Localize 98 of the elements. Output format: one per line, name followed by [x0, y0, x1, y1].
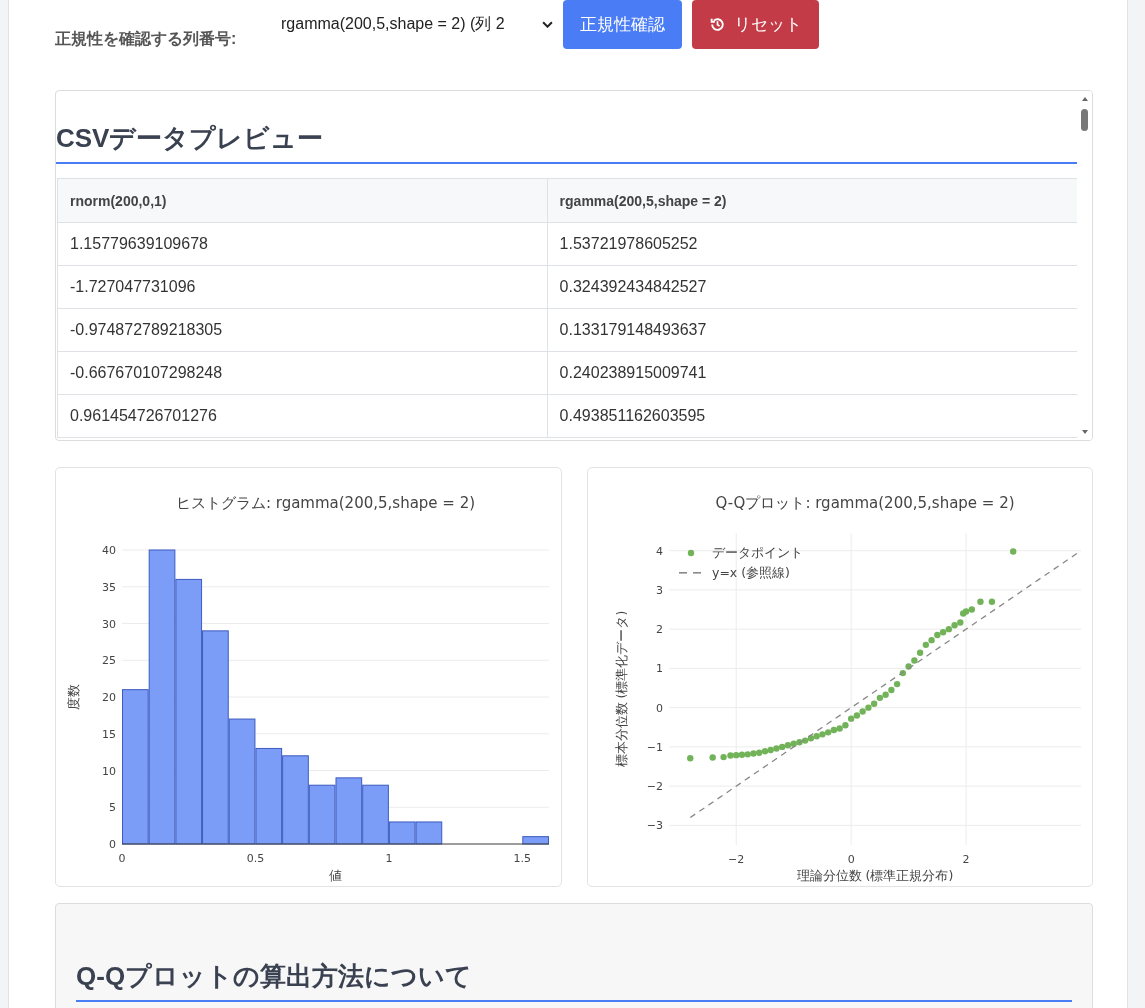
axis-tick-label: 1	[385, 852, 393, 865]
point	[910, 657, 918, 664]
point	[1009, 548, 1016, 555]
point	[916, 649, 923, 656]
point	[726, 752, 734, 759]
point	[864, 704, 872, 711]
point	[858, 708, 866, 715]
point	[686, 755, 693, 762]
point	[818, 731, 826, 738]
point	[968, 606, 975, 613]
axis-tick-label: 2	[962, 853, 970, 866]
legend-line-icon	[678, 572, 701, 574]
section-heading: Q-Qプロットの算出方法について	[76, 959, 1072, 1002]
point	[950, 622, 958, 629]
point	[738, 751, 745, 758]
column-header: rnorm(200,0,1)	[57, 178, 548, 223]
axis-tick-label: 30	[102, 617, 116, 631]
column-select[interactable]: rgamma(200,5,shape = 2) (列 2	[269, 0, 561, 49]
point	[956, 619, 964, 626]
point	[719, 753, 727, 761]
legend-marker-icon	[687, 549, 694, 557]
column-header: rgamma(200,5,shape = 2)	[547, 178, 1078, 223]
axis-tick-label: 0	[109, 838, 116, 851]
legend-label: y=x (参照線)	[711, 565, 790, 580]
axis-label: 理論分位数 (標準正規分布)	[796, 868, 953, 883]
point	[708, 754, 716, 761]
point	[784, 742, 791, 749]
legend-label: データポイント	[711, 545, 803, 560]
chart-title: ヒストグラム: rgamma(200,5,shape = 2)	[175, 494, 476, 512]
history-icon	[709, 16, 726, 33]
scrollbar[interactable]	[1077, 91, 1092, 440]
axis-tick-label: −1	[646, 740, 663, 754]
table-cell: -0.974872789218305	[57, 308, 548, 352]
scroll-up-arrow-icon[interactable]	[1080, 96, 1089, 102]
point	[853, 712, 860, 719]
point	[887, 686, 895, 694]
axis-label: 度数	[66, 684, 81, 710]
axis-tick-label: 4	[655, 544, 663, 558]
histogram-bar	[522, 836, 549, 845]
point	[744, 751, 751, 758]
point	[732, 751, 739, 759]
axis-tick-label: 25	[102, 654, 116, 668]
point	[767, 746, 774, 754]
point	[755, 749, 762, 756]
axis-tick-label: −2	[727, 853, 744, 866]
point	[922, 641, 929, 649]
axis-tick-label: 20	[102, 691, 116, 704]
axis-tick-label: 1	[655, 662, 663, 676]
axis-tick-label: 40	[102, 544, 116, 557]
axis-tick-label: 0	[118, 852, 126, 865]
axis-tick-label: 10	[102, 764, 116, 778]
point	[945, 625, 952, 633]
table-cell: -1.727047731096	[57, 265, 548, 309]
axis-tick-label: 15	[102, 727, 116, 741]
axis-tick-label: 0.5	[246, 852, 265, 865]
axis-tick-label: 0	[655, 701, 663, 715]
chevron-down-icon	[542, 21, 553, 28]
scroll-down-arrow-icon[interactable]	[1080, 429, 1089, 435]
column-label: 正規性を確認する列番号:	[55, 29, 238, 49]
axis-tick-label: 1.5	[513, 852, 532, 865]
table-cell: 0.961454726701276	[57, 394, 548, 438]
point	[812, 733, 820, 740]
point	[933, 631, 941, 639]
axis-tick-label: 0	[847, 853, 855, 866]
axis-tick-label: 5	[109, 801, 116, 815]
point	[893, 680, 900, 688]
point	[835, 725, 843, 732]
point	[876, 694, 883, 702]
histogram-bar	[415, 821, 443, 845]
axis-tick-label: −2	[646, 780, 663, 794]
point	[881, 691, 889, 698]
chart-title: Q-Qプロット: rgamma(200,5,shape = 2)	[714, 494, 1015, 512]
point	[749, 750, 757, 757]
point	[830, 726, 837, 734]
table-cell: 1.15779639109678	[57, 222, 548, 266]
scrollbar-thumb[interactable]	[1081, 109, 1088, 131]
point	[976, 598, 984, 605]
point	[847, 715, 854, 722]
point	[772, 745, 780, 752]
axis-tick-label: 3	[655, 583, 663, 597]
section-heading: CSVデータプレビュー	[56, 121, 1077, 164]
point	[927, 636, 935, 644]
point	[939, 629, 946, 636]
point	[988, 598, 995, 605]
axis-label: 値	[329, 868, 342, 883]
point	[761, 748, 768, 755]
point	[870, 700, 877, 707]
point	[778, 743, 785, 751]
axis-tick-label: 2	[655, 623, 663, 637]
axis-label: 標本分位数 (標準化データ)	[613, 610, 629, 768]
histogram-bar	[335, 777, 363, 845]
point	[824, 729, 831, 736]
check-button[interactable]: 正規性確認	[563, 0, 682, 49]
axis-tick-label: 35	[102, 580, 116, 594]
table-cell: -0.667670107298248	[57, 351, 548, 395]
reset-button[interactable]: リセット	[692, 0, 819, 49]
point	[841, 722, 849, 729]
axis-tick-label: −3	[646, 819, 663, 833]
